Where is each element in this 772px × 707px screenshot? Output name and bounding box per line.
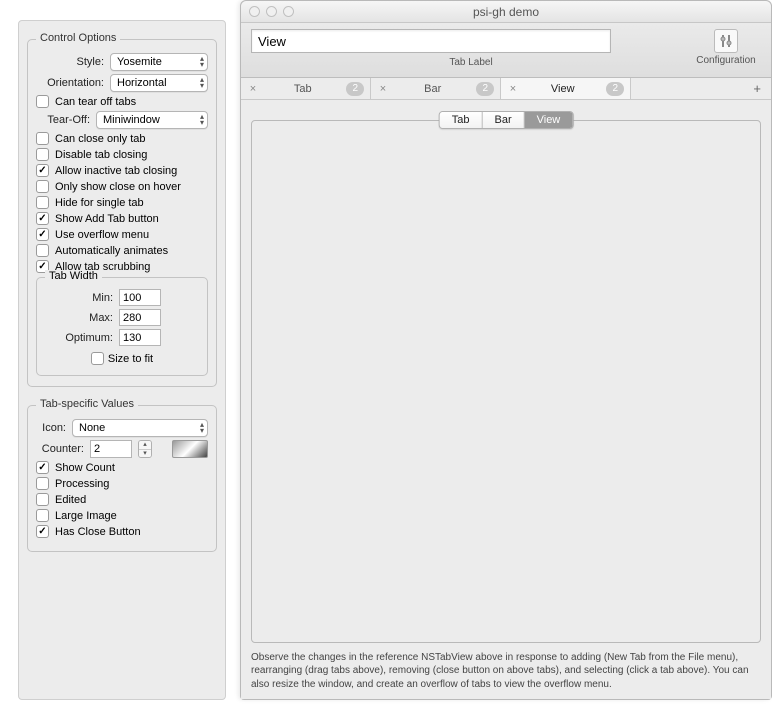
hide-single-checkbox[interactable] bbox=[36, 196, 49, 209]
style-select[interactable]: Yosemite bbox=[110, 53, 208, 71]
disable-close-checkbox[interactable] bbox=[36, 148, 49, 161]
auto-anim-label: Automatically animates bbox=[55, 245, 168, 257]
show-count-label: Show Count bbox=[55, 462, 115, 474]
max-input[interactable] bbox=[119, 309, 161, 326]
tab-width-title: Tab Width bbox=[45, 270, 102, 282]
orientation-select[interactable]: Horizontal bbox=[110, 74, 208, 92]
tearoff-checkbox[interactable] bbox=[36, 95, 49, 108]
tab-width-group: Tab Width Min: Max: Optimum: Size to fit bbox=[36, 277, 208, 376]
add-tab-button[interactable]: + bbox=[631, 78, 771, 99]
tearoff-select[interactable]: Miniwindow bbox=[96, 111, 208, 129]
processing-checkbox[interactable] bbox=[36, 477, 49, 490]
tab-label-caption: Tab Label bbox=[449, 57, 492, 68]
close-icon[interactable]: × bbox=[507, 83, 519, 95]
tab-specific-title: Tab-specific Values bbox=[36, 398, 138, 410]
edited-checkbox[interactable] bbox=[36, 493, 49, 506]
min-label: Min: bbox=[45, 292, 113, 304]
hover-close-label: Only show close on hover bbox=[55, 181, 181, 193]
show-add-label: Show Add Tab button bbox=[55, 213, 159, 225]
large-image-label: Large Image bbox=[55, 510, 117, 522]
tab-title: Tab bbox=[263, 83, 342, 95]
style-label: Style: bbox=[36, 56, 104, 68]
disable-close-label: Disable tab closing bbox=[55, 149, 147, 161]
tab-specific-group: Tab-specific Values Icon: None ▴▾ Counte… bbox=[27, 405, 217, 552]
seg-bar[interactable]: Bar bbox=[482, 112, 524, 128]
optimum-label: Optimum: bbox=[45, 332, 113, 344]
counter-label: Counter: bbox=[36, 443, 84, 455]
settings-panel: Control Options Style: Yosemite ▴▾ Orien… bbox=[18, 20, 226, 700]
show-add-checkbox[interactable] bbox=[36, 212, 49, 225]
traffic-lights[interactable] bbox=[249, 6, 294, 17]
window-title: psi-gh demo bbox=[241, 5, 771, 19]
control-options-title: Control Options bbox=[36, 32, 120, 44]
counter-stepper[interactable]: ▴▾ bbox=[138, 440, 152, 458]
show-count-checkbox[interactable] bbox=[36, 461, 49, 474]
icon-label: Icon: bbox=[36, 422, 66, 434]
seg-view[interactable]: View bbox=[525, 112, 573, 128]
close-only-checkbox[interactable] bbox=[36, 132, 49, 145]
orientation-label: Orientation: bbox=[36, 77, 104, 89]
segmented-control: Tab Bar View bbox=[439, 111, 574, 129]
tab-strip: × Tab 2 × Bar 2 × View 2 + bbox=[241, 78, 771, 100]
size-fit-checkbox[interactable] bbox=[91, 352, 104, 365]
min-input[interactable] bbox=[119, 289, 161, 306]
tearoff-label: Can tear off tabs bbox=[55, 96, 136, 108]
tab-item-1[interactable]: × Bar 2 bbox=[371, 78, 501, 99]
edited-label: Edited bbox=[55, 494, 86, 506]
large-image-checkbox[interactable] bbox=[36, 509, 49, 522]
tab-label-input[interactable] bbox=[251, 29, 611, 53]
close-icon[interactable]: × bbox=[247, 83, 259, 95]
has-close-checkbox[interactable] bbox=[36, 525, 49, 538]
tab-badge: 2 bbox=[476, 82, 494, 96]
overflow-label: Use overflow menu bbox=[55, 229, 149, 241]
tab-item-2[interactable]: × View 2 bbox=[501, 78, 631, 99]
overflow-checkbox[interactable] bbox=[36, 228, 49, 241]
size-fit-label: Size to fit bbox=[108, 353, 153, 365]
toolbar: Tab Label Configuration bbox=[241, 23, 771, 78]
close-only-label: Can close only tab bbox=[55, 133, 146, 145]
tearoff-style-label: Tear-Off: bbox=[36, 114, 90, 126]
allow-inactive-label: Allow inactive tab closing bbox=[55, 165, 177, 177]
tab-title: Bar bbox=[393, 83, 472, 95]
close-icon[interactable]: × bbox=[377, 83, 389, 95]
icon-select[interactable]: None bbox=[72, 419, 208, 437]
tab-badge: 2 bbox=[346, 82, 364, 96]
footer-text: Observe the changes in the reference NST… bbox=[251, 651, 761, 692]
titlebar: psi-gh demo bbox=[241, 1, 771, 23]
seg-tab[interactable]: Tab bbox=[440, 112, 483, 128]
reference-tabview: Tab Bar View bbox=[251, 120, 761, 643]
control-options-group: Control Options Style: Yosemite ▴▾ Orien… bbox=[27, 39, 217, 387]
hover-close-checkbox[interactable] bbox=[36, 180, 49, 193]
content-area: Tab Bar View Observe the changes in the … bbox=[241, 100, 771, 699]
configuration-icon[interactable] bbox=[714, 29, 738, 53]
auto-anim-checkbox[interactable] bbox=[36, 244, 49, 257]
tab-item-0[interactable]: × Tab 2 bbox=[241, 78, 371, 99]
has-close-label: Has Close Button bbox=[55, 526, 141, 538]
demo-window: psi-gh demo Tab Label Configuration × Ta… bbox=[240, 0, 772, 700]
tab-title: View bbox=[523, 83, 602, 95]
counter-input[interactable] bbox=[90, 440, 132, 458]
processing-label: Processing bbox=[55, 478, 109, 490]
configuration-caption: Configuration bbox=[696, 55, 755, 66]
optimum-input[interactable] bbox=[119, 329, 161, 346]
color-well[interactable] bbox=[172, 440, 208, 458]
max-label: Max: bbox=[45, 312, 113, 324]
hide-single-label: Hide for single tab bbox=[55, 197, 144, 209]
allow-inactive-checkbox[interactable] bbox=[36, 164, 49, 177]
tab-badge: 2 bbox=[606, 82, 624, 96]
